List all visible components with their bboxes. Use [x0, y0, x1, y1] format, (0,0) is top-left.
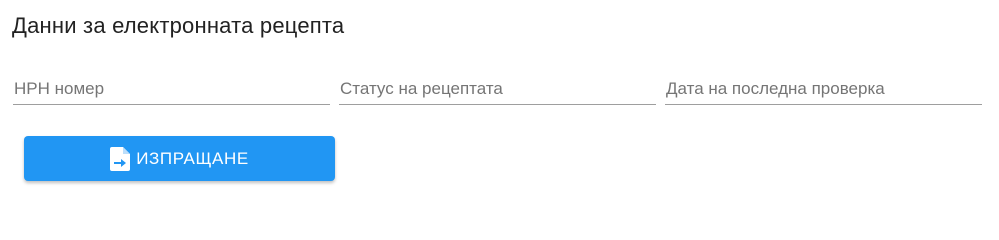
send-button-label: ИЗПРАЩАНЕ [136, 148, 249, 168]
last-check-date-field[interactable] [665, 76, 983, 105]
nrn-number-input[interactable] [13, 76, 331, 102]
prescription-status-input[interactable] [339, 76, 657, 102]
section-title: Данни за електронната рецепта [12, 13, 345, 38]
send-button[interactable]: ИЗПРАЩАНЕ [24, 136, 335, 181]
file-send-icon [110, 146, 131, 171]
last-check-date-input[interactable] [665, 76, 983, 102]
nrn-number-field[interactable] [13, 76, 331, 105]
prescription-data-panel: Данни за електронната рецепта ИЗПРАЩАНЕ [0, 0, 999, 204]
prescription-status-field[interactable] [339, 76, 657, 105]
